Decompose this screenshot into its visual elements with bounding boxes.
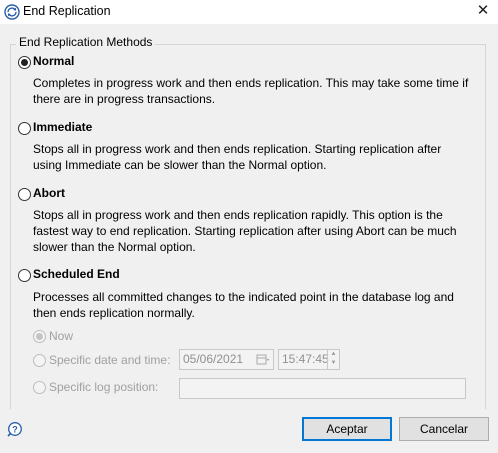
cancel-button[interactable]: Cancelar [399, 417, 489, 441]
accept-button[interactable]: Aceptar [302, 417, 392, 441]
help-icon[interactable]: ? [5, 421, 23, 439]
specific-log-label: Specific log position: [49, 380, 159, 394]
option-label-abort: Abort [33, 186, 65, 200]
spin-buttons[interactable]: ▲ ▼ [327, 350, 339, 369]
now-label: Now [49, 329, 74, 343]
svg-text:?: ? [12, 425, 18, 435]
option-description-normal: Completes in progress work and then ends… [33, 75, 478, 107]
option-label-normal: Normal [33, 54, 75, 68]
description-line: Processes all committed changes to the i… [33, 290, 454, 304]
description-line: Stops all in progress work and then ends… [33, 208, 443, 222]
window-title: End Replication [23, 4, 111, 18]
time-value: 15:47:45 [282, 352, 329, 366]
option-description-immediate: Stops all in progress work and then ends… [33, 141, 478, 173]
description-line: using Immediate can be slower than the N… [33, 158, 327, 172]
option-label-immediate: Immediate [33, 120, 93, 134]
radio-abort[interactable] [18, 188, 31, 201]
dialog-footer: ? Aceptar Cancelar [0, 409, 498, 453]
radio-scheduled-end[interactable] [18, 269, 31, 282]
radio-specific-log[interactable] [33, 381, 46, 394]
description-line: there are in progress transactions. [33, 92, 216, 106]
radio-immediate[interactable] [18, 122, 31, 135]
time-spinner[interactable]: 15:47:45 ▲ ▼ [278, 349, 340, 370]
date-picker[interactable]: 05/06/2021 [179, 349, 274, 370]
title-bar: End Replication ✕ [0, 0, 498, 24]
option-description-scheduled-end: Processes all committed changes to the i… [33, 289, 478, 321]
description-line: Stops all in progress work and then ends… [33, 142, 442, 156]
replication-icon [4, 4, 20, 20]
radio-normal[interactable] [18, 56, 31, 69]
specific-date-label: Specific date and time: [49, 353, 171, 367]
close-button[interactable]: ✕ [468, 0, 498, 24]
spin-down-icon[interactable]: ▼ [328, 359, 339, 368]
description-line: Completes in progress work and then ends… [33, 76, 469, 90]
group-title: End Replication Methods [16, 35, 156, 49]
radio-specific-date[interactable] [33, 354, 46, 367]
radio-now[interactable] [33, 330, 46, 343]
option-description-abort: Stops all in progress work and then ends… [33, 207, 478, 255]
option-label-scheduled-end: Scheduled End [33, 267, 120, 281]
description-line: fastest way to end replication. Starting… [33, 224, 457, 238]
description-line: slower than the Normal option. [33, 240, 196, 254]
date-value: 05/06/2021 [183, 352, 244, 366]
calendar-icon[interactable] [256, 352, 270, 367]
log-position-input[interactable] [179, 378, 466, 399]
spin-up-icon[interactable]: ▲ [328, 350, 339, 359]
dialog-body: End Replication Methods Normal Completes… [0, 24, 498, 429]
description-line: then ends replication normally. [33, 306, 195, 320]
